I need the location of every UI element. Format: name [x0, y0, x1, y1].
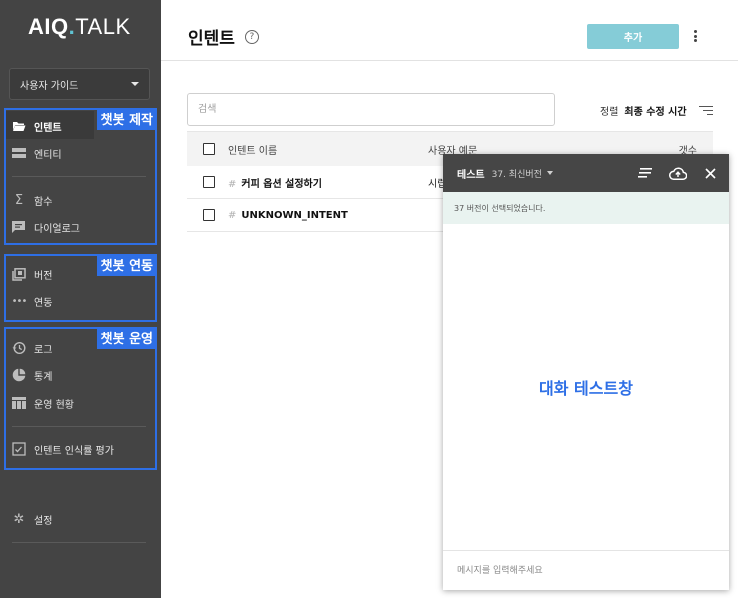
chat-bubble-icon: [12, 220, 26, 234]
page-header: 인텐트 ?: [188, 24, 259, 49]
sidebar-item-settings[interactable]: ✲ 설정: [12, 509, 53, 529]
row-checkbox[interactable]: [203, 209, 215, 221]
entity-icon: [12, 146, 26, 160]
group-label-integrate: 챗봇 연동: [96, 254, 157, 276]
folder-open-icon: [12, 119, 26, 133]
sidebar-divider: [12, 542, 146, 543]
sidebar-item-integration[interactable]: ••• 연동: [11, 291, 53, 311]
group-label-build: 챗봇 제작: [96, 108, 157, 130]
sidebar-item-label: 로그: [34, 344, 53, 356]
caret-down-icon: [546, 171, 553, 175]
sidebar-item-label: 설정: [34, 515, 53, 527]
close-icon[interactable]: [701, 165, 719, 181]
sidebar-divider: [12, 176, 146, 177]
column-header-name[interactable]: 인텐트 이름: [228, 142, 277, 157]
chat-area-label: 대화 테스트창: [539, 379, 633, 398]
sidebar-item-label: 인텐트 인식률 평가: [34, 445, 114, 457]
sidebar-item-label: 함수: [34, 196, 53, 208]
checklist-icon: [12, 442, 26, 456]
group-label-operate: 챗봇 운영: [96, 327, 157, 349]
link-dots-icon: •••: [11, 295, 28, 307]
sort-filter-icon[interactable]: [698, 105, 713, 116]
sigma-icon: Σ: [14, 192, 24, 208]
search-input[interactable]: [187, 93, 555, 126]
message-input[interactable]: [443, 551, 729, 590]
chat-area: 대화 테스트창: [443, 224, 729, 550]
history-icon: [12, 341, 26, 355]
gear-icon: ✲: [13, 511, 25, 527]
sidebar-item-log[interactable]: 로그: [12, 338, 52, 358]
intent-name: 커피 옵션 설정하기: [241, 178, 322, 190]
intent-name: UNKNOWN_INTENT: [241, 209, 348, 221]
pie-chart-icon: [12, 368, 26, 382]
sidebar-item-intent-eval[interactable]: 인텐트 인식률 평가: [12, 439, 114, 459]
sidebar-item-label: 버전: [34, 270, 53, 282]
sidebar-item-label: 인텐트: [34, 122, 62, 134]
sidebar-divider: [12, 426, 146, 427]
sort-control[interactable]: 정렬 최종 수정 시간: [600, 103, 713, 118]
add-intent-button[interactable]: 추가: [587, 24, 679, 49]
sidebar-item-label: 통계: [34, 371, 53, 383]
sidebar-item-stats[interactable]: 통계: [12, 365, 52, 385]
sort-value: 최종 수정 시간: [624, 107, 687, 118]
select-all-checkbox[interactable]: [203, 143, 215, 155]
page-title: 인텐트: [188, 29, 235, 49]
version-notice: 37 버전이 선택되었습니다.: [443, 192, 729, 224]
clear-log-icon[interactable]: [636, 165, 654, 181]
user-guide-select[interactable]: 사용자 가이드: [9, 68, 150, 100]
header-divider: [161, 60, 738, 61]
help-icon[interactable]: ?: [244, 29, 259, 44]
version-select[interactable]: 37. 최신버전: [492, 167, 553, 180]
hash-icon: #: [228, 178, 237, 190]
hash-icon: #: [228, 209, 237, 221]
app-logo[interactable]: AIQ.TALK: [28, 14, 131, 40]
sidebar-item-label: 다이얼로그: [34, 223, 80, 235]
test-panel-header: 테스트 37. 최신버전: [443, 154, 729, 192]
test-panel-title: 테스트: [457, 169, 485, 181]
sidebar-item-version[interactable]: 버전: [12, 264, 52, 284]
test-panel: 테스트 37. 최신버전 37 버전이 선택되었습니다. 대화 테스트창: [443, 154, 729, 590]
caret-down-icon: [131, 82, 139, 86]
cloud-upload-icon[interactable]: [668, 165, 688, 181]
sidebar-item-ops-status[interactable]: 운영 현황: [12, 393, 74, 413]
sidebar-item-entity[interactable]: 엔티티: [12, 143, 62, 163]
table-columns-icon: [12, 396, 26, 410]
more-menu-icon[interactable]: [690, 28, 700, 44]
sort-label: 정렬: [600, 107, 619, 118]
version-select-label: 37. 최신버전: [491, 169, 542, 180]
intent-name-cell[interactable]: # 커피 옵션 설정하기: [228, 175, 322, 190]
row-checkbox[interactable]: [203, 176, 215, 188]
user-guide-select-label: 사용자 가이드: [20, 80, 79, 92]
sidebar-item-label: 운영 현황: [34, 399, 74, 411]
sidebar-item-intent[interactable]: 인텐트: [12, 116, 62, 136]
intent-name-cell[interactable]: # UNKNOWN_INTENT: [228, 210, 348, 221]
sidebar-item-label: 엔티티: [34, 149, 62, 161]
sidebar-item-function[interactable]: Σ 함수: [12, 190, 53, 210]
sidebar: AIQ.TALK 사용자 가이드 챗봇 제작 인텐트 엔티티 Σ 함수 다이얼로…: [0, 0, 161, 598]
sidebar-item-dialog[interactable]: 다이얼로그: [12, 217, 80, 237]
version-library-icon: [12, 267, 26, 281]
sidebar-item-label: 연동: [34, 297, 53, 309]
